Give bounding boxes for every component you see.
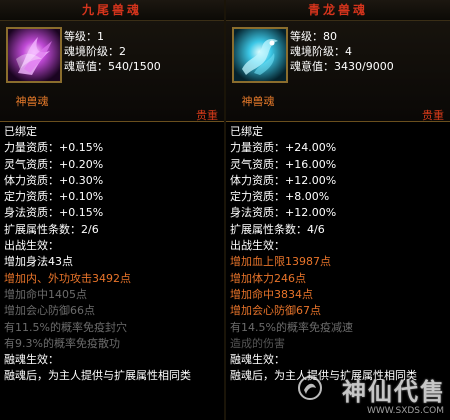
attr-line: 力量资质：+24.00% bbox=[230, 141, 337, 155]
attr-line: 已绑定 bbox=[230, 125, 263, 138]
soul-header: 等级：1 魂境阶级：2 魂意值：540/1500 神兽魂 贵重 bbox=[0, 21, 224, 122]
soul-stats: 等级：80 魂境阶级：4 魂意值：3430/9000 bbox=[290, 29, 394, 74]
attr-line: 灵气资质：+0.20% bbox=[4, 157, 104, 171]
soul-panel-right: 青龙兽魂 等级：80 魂境阶级：4 魂意值：3430/9000 神兽魂 贵重 已… bbox=[226, 0, 450, 420]
attr-line: 身法资质：+12.00% bbox=[230, 206, 337, 220]
attr-line: 扩展属性条数：4/6 bbox=[230, 222, 325, 236]
watermark-text: 神仙代售 bbox=[342, 378, 446, 406]
soul-realm-rank: 魂境阶级：4 bbox=[290, 45, 352, 58]
watermark-emblem-icon bbox=[298, 376, 322, 400]
soul-header: 等级：80 魂境阶级：4 魂意值：3430/9000 神兽魂 贵重 bbox=[226, 21, 450, 122]
attr-line: 力量资质：+0.15% bbox=[4, 141, 104, 155]
comparison-tooltip: 九尾兽魂 等级：1 魂境阶级：2 魂意值：540/1500 神兽魂 贵重 已绑定… bbox=[0, 0, 450, 420]
soul-level: 等级：80 bbox=[290, 30, 337, 43]
quality-label: 贵重 bbox=[196, 109, 218, 122]
soul-panel-left: 九尾兽魂 等级：1 魂境阶级：2 魂意值：540/1500 神兽魂 贵重 已绑定… bbox=[0, 0, 224, 420]
attr-line: 体力资质：+12.00% bbox=[230, 173, 337, 187]
soul-intent-value: 魂意值：3430/9000 bbox=[290, 60, 394, 73]
attribute-list: 已绑定 力量资质：+0.15% 灵气资质：+0.20% 体力资质：+0.30% … bbox=[0, 122, 224, 385]
attr-line: 增加会心防御66点 bbox=[4, 304, 95, 318]
attr-line: 定力资质：+8.00% bbox=[230, 190, 330, 204]
attr-line: 灵气资质：+16.00% bbox=[230, 157, 337, 171]
site-watermark: 神仙代售 WWW.SXDS.COM bbox=[296, 372, 446, 416]
quality-label: 贵重 bbox=[422, 109, 444, 122]
attr-line: 造成的伤害 bbox=[230, 336, 285, 350]
attr-line: 已绑定 bbox=[4, 125, 37, 138]
soul-type-label: 神兽魂 bbox=[241, 95, 275, 108]
attr-line: 出战生效： bbox=[4, 239, 59, 253]
attr-line: 有11.5%的概率免疫封穴 bbox=[4, 320, 127, 334]
soul-title: 青龙兽魂 bbox=[226, 0, 450, 21]
soul-title: 九尾兽魂 bbox=[0, 0, 224, 21]
attr-line: 融魂生效： bbox=[230, 353, 285, 367]
azure-dragon-soul-icon[interactable] bbox=[232, 27, 288, 83]
attr-line: 身法资质：+0.15% bbox=[4, 206, 104, 220]
attr-line: 增加体力246点 bbox=[230, 271, 306, 285]
attr-line: 有14.5%的概率免疫减速 bbox=[230, 320, 353, 334]
attr-line: 扩展属性条数：2/6 bbox=[4, 222, 99, 236]
soul-realm-rank: 魂境阶级：2 bbox=[64, 45, 126, 58]
attribute-list: 已绑定 力量资质：+24.00% 灵气资质：+16.00% 体力资质：+12.0… bbox=[226, 122, 450, 385]
soul-stats: 等级：1 魂境阶级：2 魂意值：540/1500 bbox=[64, 29, 161, 74]
soul-type-label: 神兽魂 bbox=[15, 95, 49, 108]
attr-line: 体力资质：+0.30% bbox=[4, 173, 104, 187]
attr-line: 定力资质：+0.10% bbox=[4, 190, 104, 204]
watermark-url: WWW.SXDS.COM bbox=[366, 406, 444, 416]
attr-line: 融魂生效： bbox=[4, 353, 59, 367]
attr-line: 出战生效： bbox=[230, 239, 285, 253]
attr-line: 增加命中3834点 bbox=[230, 287, 313, 301]
soul-level: 等级：1 bbox=[64, 30, 104, 43]
soul-intent-value: 魂意值：540/1500 bbox=[64, 60, 161, 73]
attr-line: 有9.3%的概率免疫散功 bbox=[4, 336, 120, 350]
attr-line: 增加身法43点 bbox=[4, 255, 73, 269]
attr-line: 增加会心防御67点 bbox=[230, 304, 321, 318]
attr-line: 融魂后，为主人提供与扩展属性相同类 bbox=[4, 369, 191, 383]
attr-line: 增加血上限13987点 bbox=[230, 255, 331, 269]
attr-line: 增加内、外功攻击3492点 bbox=[4, 271, 131, 285]
attr-line: 增加命中1405点 bbox=[4, 287, 87, 301]
nine-tail-fox-soul-icon[interactable] bbox=[6, 27, 62, 83]
